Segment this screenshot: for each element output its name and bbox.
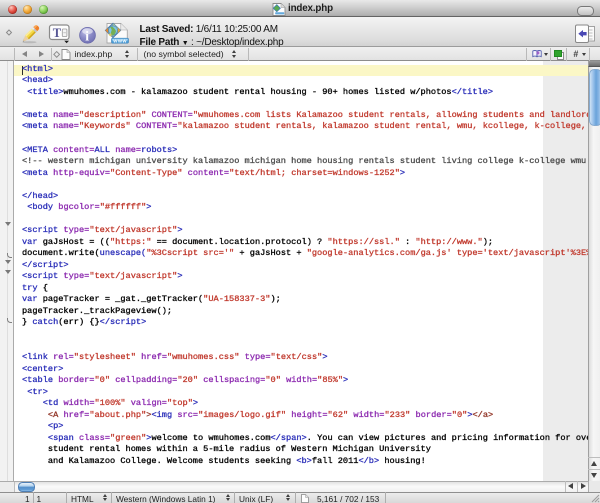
svg-text:T: T	[53, 26, 62, 40]
svg-text:WWW: WWW	[113, 39, 127, 44]
svg-text:i: i	[85, 29, 89, 44]
